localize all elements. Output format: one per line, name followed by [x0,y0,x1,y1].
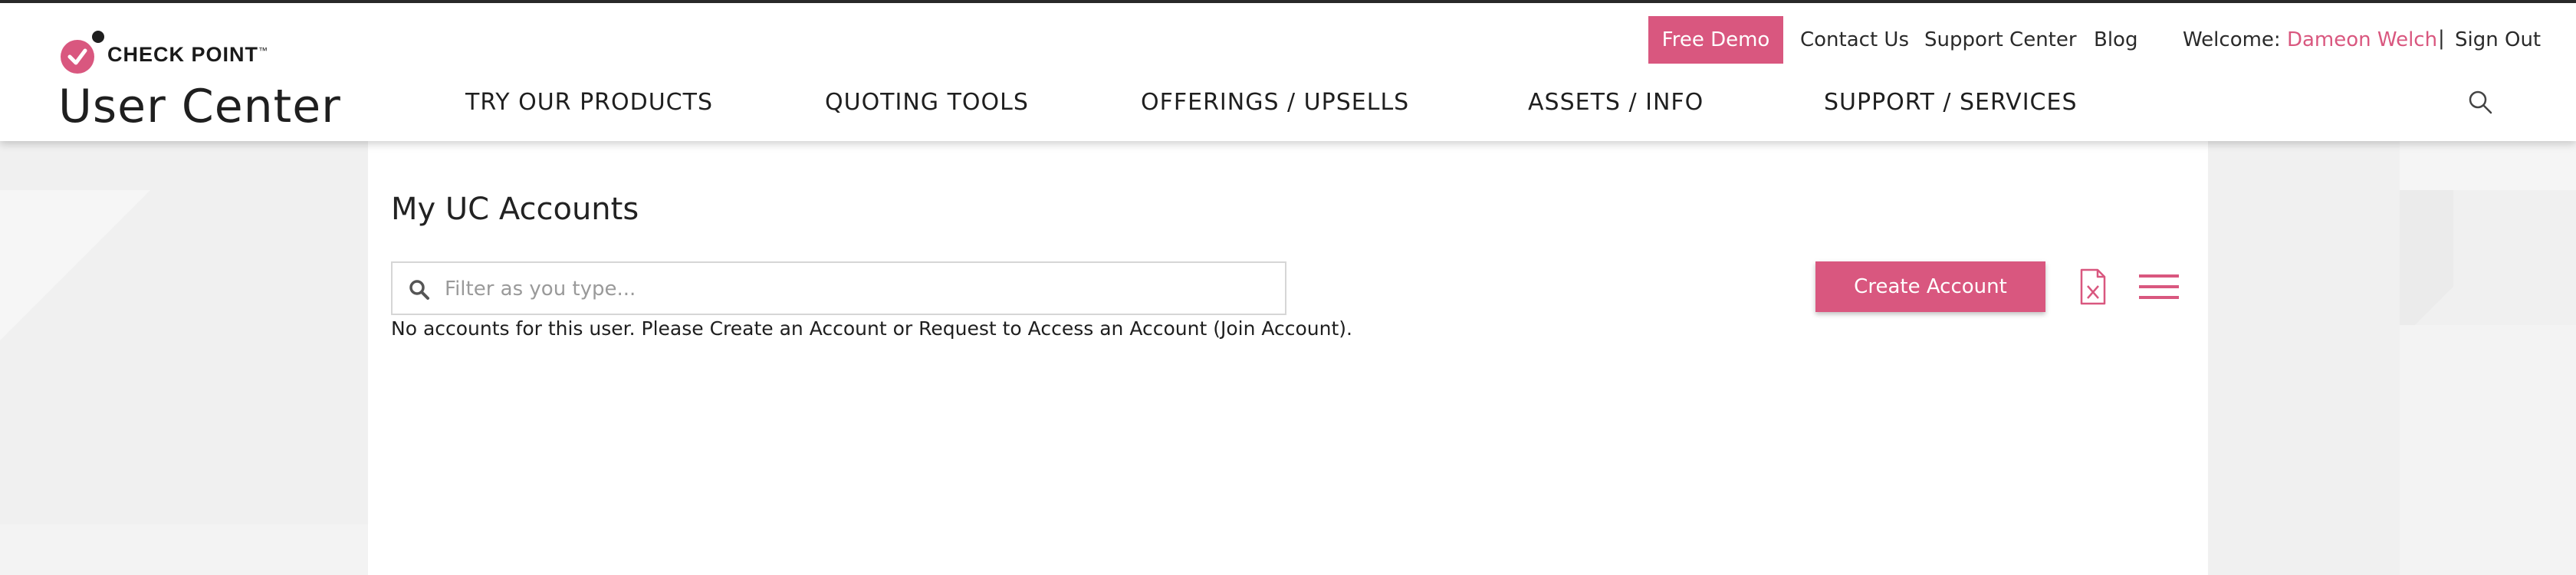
brand-name: CHECK POINT™ [107,43,269,66]
nav-try-our-products[interactable]: TRY OUR PRODUCTS [465,89,713,116]
search-icon [409,280,429,300]
background-decoration-left [0,141,368,575]
excel-export-icon[interactable] [2079,268,2107,305]
support-center-link[interactable]: Support Center [1924,28,2077,51]
hamburger-menu-icon[interactable] [2139,273,2179,301]
site-header: CHECK POINT™ User Center Free Demo Conta… [0,3,2576,141]
main-content: My UC Accounts No accounts for this user… [368,141,2208,575]
create-account-button[interactable]: Create Account [1815,261,2045,312]
user-name-link[interactable]: Dameon Welch [2287,28,2437,51]
blog-link[interactable]: Blog [2094,28,2137,51]
contact-us-link[interactable]: Contact Us [1800,28,1909,51]
magnifier-icon[interactable] [2467,89,2493,115]
welcome-text: Welcome: Dameon Welch [2183,28,2438,51]
background-decoration-right [2208,141,2576,575]
site-title[interactable]: User Center [58,80,341,133]
sign-out-link[interactable]: Sign Out [2455,28,2541,51]
check-point-logo-icon [61,31,104,74]
free-demo-button[interactable]: Free Demo [1648,16,1783,64]
nav-support-services[interactable]: SUPPORT / SERVICES [1824,89,2077,116]
nav-quoting-tools[interactable]: QUOTING TOOLS [825,89,1029,116]
nav-assets-info[interactable]: ASSETS / INFO [1528,89,1704,116]
empty-state-message: No accounts for this user. Please Create… [391,317,1353,340]
filter-input[interactable] [443,271,1274,307]
filter-box [391,261,1286,315]
nav-separator: | [2438,27,2445,50]
page-title: My UC Accounts [391,192,639,227]
nav-offerings-upsells[interactable]: OFFERINGS / UPSELLS [1141,89,1409,116]
